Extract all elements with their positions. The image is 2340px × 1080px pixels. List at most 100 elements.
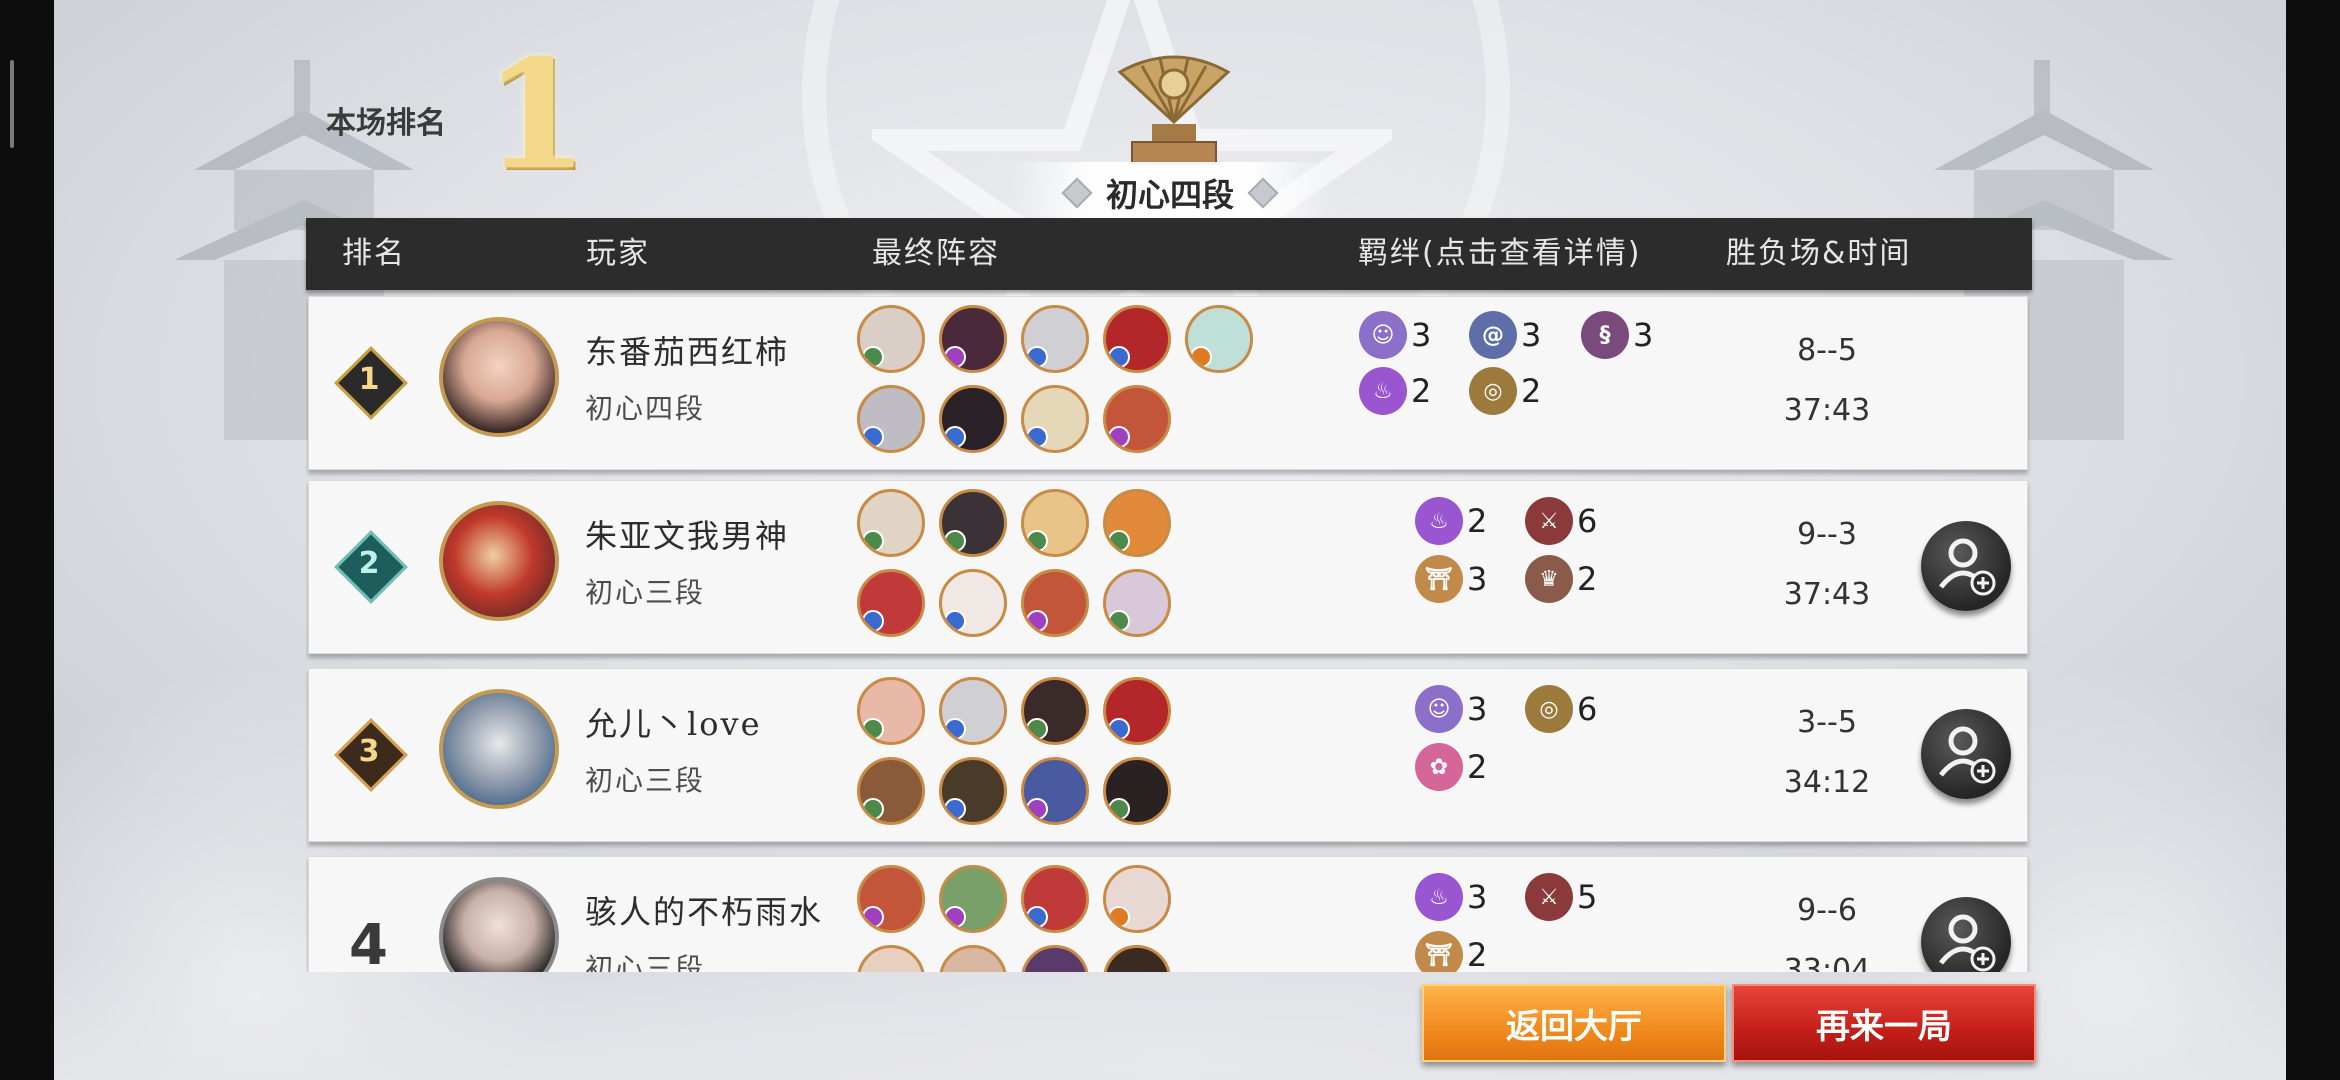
column-lineup: 最终阵容 xyxy=(872,236,1000,271)
hero-portrait[interactable] xyxy=(939,677,1007,745)
player-avatar[interactable] xyxy=(439,877,559,972)
diamond-icon xyxy=(1061,177,1093,209)
player-avatar[interactable] xyxy=(439,689,559,809)
hero-portrait[interactable] xyxy=(1103,569,1171,637)
player-row-4[interactable]: 4 骇人的不朽雨水 初心三段 ♨ 3 ⚔ 5 ⛩ 2 9--6 33:04 xyxy=(308,856,2028,972)
bond-mask[interactable]: ◎ 6 xyxy=(1525,685,1597,733)
player-row-1[interactable]: 1 东番茄西红柿 初心四段 ☺ 3 @ 3 § 3 ♨ 2 ◎ 2 8--5 3… xyxy=(308,296,2028,470)
column-record: 胜负场&时间 xyxy=(1726,236,1912,271)
table-header: 排名 玩家 最终阵容 羁绊(点击查看详情) 胜负场&时间 xyxy=(306,218,2032,290)
bond-purple-face-icon: ☺ xyxy=(1359,311,1407,359)
win-loss-record: 8--5 xyxy=(1797,333,1857,368)
hero-portrait[interactable] xyxy=(939,385,1007,453)
hero-portrait[interactable] xyxy=(857,489,925,557)
bond-flame-icon: ♨ xyxy=(1359,367,1407,415)
hero-portrait[interactable] xyxy=(1103,757,1171,825)
hero-portrait[interactable] xyxy=(939,757,1007,825)
player-tier: 初心三段 xyxy=(585,764,706,797)
hero-portrait[interactable] xyxy=(857,757,925,825)
hero-portrait[interactable] xyxy=(939,945,1007,972)
bond-mask-icon: ◎ xyxy=(1469,367,1517,415)
bond-spiral[interactable]: § 3 xyxy=(1581,311,1653,359)
hero-portrait[interactable] xyxy=(857,385,925,453)
player-avatar[interactable] xyxy=(439,317,559,437)
bond-paw-icon: ✿ xyxy=(1415,743,1463,791)
hero-portrait[interactable] xyxy=(939,305,1007,373)
hero-portrait[interactable] xyxy=(1103,677,1171,745)
rank-number: 3 xyxy=(358,734,380,769)
system-indicator xyxy=(10,60,14,148)
hero-portrait[interactable] xyxy=(1103,385,1171,453)
bond-helmet[interactable]: ♛ 2 xyxy=(1525,555,1597,603)
hero-portrait[interactable] xyxy=(939,865,1007,933)
bond-purple-face-icon: ☺ xyxy=(1415,685,1463,733)
player-name: 东番茄西红柿 xyxy=(585,333,790,371)
hero-portrait[interactable] xyxy=(1021,757,1089,825)
bond-helmet-icon: ♛ xyxy=(1525,555,1573,603)
hero-portrait[interactable] xyxy=(1021,865,1089,933)
hero-portrait[interactable] xyxy=(1103,865,1171,933)
hero-portrait[interactable] xyxy=(1021,569,1089,637)
bond-paw[interactable]: ✿ 2 xyxy=(1415,743,1487,791)
hero-portrait[interactable] xyxy=(1103,305,1171,373)
bond-torii[interactable]: ⛩ 3 xyxy=(1415,555,1487,603)
bond-purple-face[interactable]: ☺ 3 xyxy=(1359,311,1431,359)
hero-portrait[interactable] xyxy=(857,677,925,745)
player-tier: 初心三段 xyxy=(585,952,706,972)
bond-torii-icon: ⛩ xyxy=(1415,931,1463,972)
hero-portrait[interactable] xyxy=(857,865,925,933)
tier-banner: 初心四段 xyxy=(1010,162,1330,224)
hero-portrait[interactable] xyxy=(857,569,925,637)
hero-portrait[interactable] xyxy=(1021,489,1089,557)
column-bonds: 羁绊(点击查看详情) xyxy=(1358,236,1642,271)
bond-swirl[interactable]: @ 3 xyxy=(1469,311,1541,359)
hero-portrait[interactable] xyxy=(1021,677,1089,745)
rank-number: 4 xyxy=(349,913,388,972)
player-tier: 初心四段 xyxy=(585,392,706,425)
fan-trophy-icon xyxy=(1117,55,1231,165)
hero-portrait[interactable] xyxy=(1103,945,1171,972)
bond-flame[interactable]: ♨ 2 xyxy=(1359,367,1431,415)
rank-number: 2 xyxy=(358,546,380,581)
win-loss-record: 9--3 xyxy=(1797,517,1857,552)
diamond-icon xyxy=(1247,177,1279,209)
add-friend-button[interactable] xyxy=(1921,897,2011,972)
player-row-2[interactable]: 2 朱亚文我男神 初心三段 ♨ 2 ⚔ 6 ⛩ 3 ♛ 2 9--3 37:43 xyxy=(308,480,2028,654)
column-rank: 排名 xyxy=(342,236,406,271)
player-avatar[interactable] xyxy=(439,501,559,621)
hero-portrait[interactable] xyxy=(939,569,1007,637)
player-row-3[interactable]: 3 允儿丶love 初心三段 ☺ 3 ◎ 6 ✿ 2 3--5 34:12 xyxy=(308,668,2028,842)
hero-portrait[interactable] xyxy=(857,945,925,972)
hero-portrait[interactable] xyxy=(1021,385,1089,453)
bond-blade-icon: ⚔ xyxy=(1525,873,1573,921)
hero-portrait[interactable] xyxy=(1021,305,1089,373)
ranking-list[interactable]: 1 东番茄西红柿 初心四段 ☺ 3 @ 3 § 3 ♨ 2 ◎ 2 8--5 3… xyxy=(306,290,2032,972)
bond-torii[interactable]: ⛩ 2 xyxy=(1415,931,1487,972)
hero-portrait[interactable] xyxy=(857,305,925,373)
rank-title: 本场排名 xyxy=(326,106,446,141)
player-name: 朱亚文我男神 xyxy=(585,517,790,555)
bond-flame[interactable]: ♨ 2 xyxy=(1415,497,1487,545)
match-time: 34:12 xyxy=(1783,765,1871,800)
player-tier: 初心三段 xyxy=(585,576,706,609)
rank-value: 1 xyxy=(484,27,589,203)
bond-mask[interactable]: ◎ 2 xyxy=(1469,367,1541,415)
bond-swirl-icon: @ xyxy=(1469,311,1517,359)
return-lobby-button[interactable]: 返回大厅 xyxy=(1422,984,1726,1062)
bond-blade[interactable]: ⚔ 6 xyxy=(1525,497,1597,545)
tier-label: 初心四段 xyxy=(1105,176,1234,214)
bond-blade[interactable]: ⚔ 5 xyxy=(1525,873,1597,921)
add-friend-icon xyxy=(1939,914,1996,972)
hero-portrait[interactable] xyxy=(939,489,1007,557)
bond-torii-icon: ⛩ xyxy=(1415,555,1463,603)
hero-portrait[interactable] xyxy=(1185,305,1253,373)
bond-flame-icon: ♨ xyxy=(1415,497,1463,545)
bond-flame[interactable]: ♨ 3 xyxy=(1415,873,1487,921)
add-friend-button[interactable] xyxy=(1921,521,2011,611)
add-friend-button[interactable] xyxy=(1921,709,2011,799)
hero-portrait[interactable] xyxy=(1103,489,1171,557)
bond-purple-face[interactable]: ☺ 3 xyxy=(1415,685,1487,733)
bond-mask-icon: ◎ xyxy=(1525,685,1573,733)
hero-portrait[interactable] xyxy=(1021,945,1089,972)
play-again-button[interactable]: 再来一局 xyxy=(1732,984,2036,1062)
